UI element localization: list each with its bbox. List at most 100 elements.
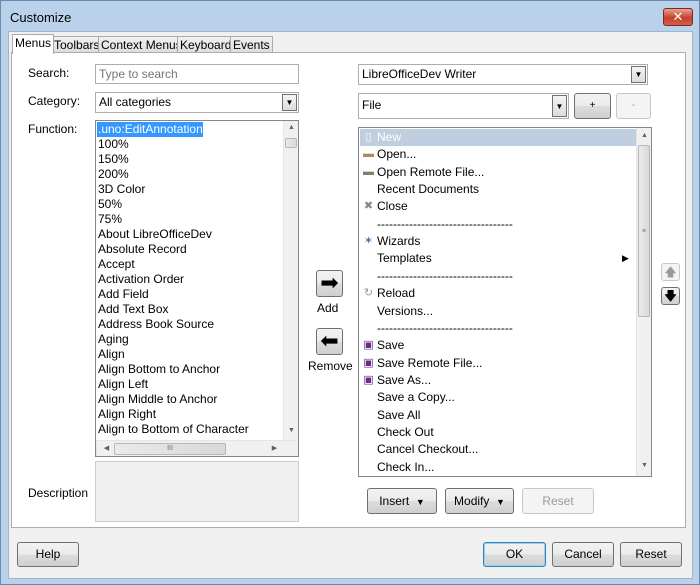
menu-separator[interactable]: ---------------------------------- [360, 320, 636, 337]
function-item[interactable]: 3D Color [97, 182, 145, 197]
function-item[interactable]: Align to Bottom of Character [97, 422, 249, 437]
function-item[interactable]: Absolute Record [97, 242, 187, 257]
reload-icon: ↻ [363, 287, 374, 300]
function-item[interactable]: 50% [97, 197, 122, 212]
menu-entry-label: Open Remote File... [377, 164, 485, 179]
remove-button[interactable]: ⬅ [316, 328, 343, 355]
function-hscrollbar[interactable]: ◀ III ▶ [96, 440, 298, 456]
arrow-left-icon: ⬅ [320, 328, 339, 353]
menu-entry[interactable]: ▬ Open... [360, 146, 636, 163]
menu-entry[interactable]: ▣ Save As... [360, 372, 636, 389]
save-remote-icon: ▣ [363, 356, 374, 369]
menu-entries-list[interactable]: ▲ ≡ ▼ ▯ New ▬ Open... ▬ Open Remote File... Re… [358, 127, 652, 477]
menu-entry[interactable]: Recent Documents [360, 181, 636, 198]
menu-entry[interactable]: Check In... [360, 459, 636, 476]
search-label: Search: [28, 66, 70, 80]
function-item[interactable]: Align Bottom to Anchor [97, 362, 220, 377]
tab-toolbars[interactable]: Toolbars [51, 36, 103, 53]
function-item[interactable]: Add Text Box [97, 302, 169, 317]
menu-entry[interactable]: Versions... [360, 303, 636, 320]
scroll-thumb[interactable] [285, 138, 297, 148]
reset-button[interactable]: Reset [620, 542, 682, 567]
menu-entry[interactable]: ▬ Open Remote File... [360, 164, 636, 181]
menu-entry[interactable]: Save All [360, 407, 636, 424]
scroll-right-icon[interactable]: ▶ [267, 444, 282, 452]
add-button[interactable]: ➡ [316, 270, 343, 297]
function-item[interactable]: 100% [97, 137, 129, 152]
scroll-thumb[interactable]: ≡ [638, 145, 650, 317]
cancel-button[interactable]: Cancel [552, 542, 614, 567]
menu-entry-label: Recent Documents [377, 182, 480, 197]
menu-entry-label: New [377, 130, 402, 144]
function-item[interactable]: Activation Order [97, 272, 184, 287]
modify-button[interactable]: Modify ▼ [445, 488, 514, 514]
reset-menu-button[interactable]: Reset [522, 488, 594, 514]
function-item[interactable]: Align [97, 347, 125, 362]
menu-entry-label: Wizards [377, 234, 421, 249]
menu-entry[interactable]: Templates ▶ [360, 250, 636, 267]
menu-vscrollbar[interactable]: ▲ ≡ ▼ [636, 128, 651, 476]
function-item[interactable]: Aging [97, 332, 129, 347]
menu-entry[interactable]: ✖ Close [360, 198, 636, 215]
menu-entry-label: Templates [377, 251, 432, 266]
close-button[interactable]: ✕ [663, 8, 693, 26]
menu-entry-label: Save a Copy... [377, 390, 455, 405]
tab-events[interactable]: Events [230, 36, 273, 53]
tab-menus[interactable]: Menus [12, 34, 55, 54]
function-item[interactable]: Add Field [97, 287, 149, 302]
menu-entry-label: ---------------------------------- [377, 320, 513, 335]
add-label: Add [317, 301, 339, 315]
function-item[interactable]: Address Book Source [97, 317, 214, 332]
function-item[interactable]: About LibreOfficeDev [97, 227, 212, 242]
function-item[interactable]: .uno:EditAnnotation [97, 122, 203, 137]
function-item[interactable]: Accept [97, 257, 135, 272]
tab-keyboard[interactable]: Keyboard [177, 36, 235, 53]
menu-separator[interactable]: ---------------------------------- [360, 268, 636, 285]
menu-entry[interactable]: ↻ Reload [360, 285, 636, 302]
menu-select[interactable]: File ▼ [358, 93, 569, 119]
remove-menu-button[interactable]: - [616, 93, 651, 119]
menu-entry[interactable]: ▣ Save Remote File... [360, 355, 636, 372]
help-button[interactable]: Help [17, 542, 79, 567]
scroll-down-icon[interactable]: ▼ [637, 462, 651, 469]
chevron-down-icon[interactable]: ▼ [282, 94, 297, 111]
description-box [95, 461, 299, 522]
menu-entry[interactable]: ▣ Save [360, 337, 636, 354]
scope-select[interactable]: LibreOfficeDev Writer ▼ [358, 64, 648, 85]
add-menu-button[interactable]: + [574, 93, 611, 119]
chevron-down-icon[interactable]: ▼ [631, 66, 646, 83]
move-up-button[interactable]: 🡅 [661, 263, 680, 281]
hscroll-thumb[interactable]: III [114, 443, 226, 455]
search-input[interactable] [95, 64, 299, 84]
function-item[interactable]: 150% [97, 152, 129, 167]
ok-button[interactable]: OK [483, 542, 546, 567]
insert-button[interactable]: Insert ▼ [367, 488, 437, 514]
menu-entry[interactable]: ▯ New [360, 129, 636, 146]
function-list[interactable]: ▲ ▼ ◀ III ▶ .uno:EditAnnotation 100% 150% 2… [95, 120, 299, 457]
description-label-text: Description [28, 486, 89, 500]
menu-entry[interactable]: Check Out [360, 424, 636, 441]
function-item[interactable]: Align Left [97, 377, 148, 392]
scroll-up-icon[interactable]: ▲ [284, 124, 298, 131]
modify-label: Modify [454, 494, 490, 508]
scroll-up-icon[interactable]: ▲ [637, 132, 651, 139]
function-item[interactable]: 75% [97, 212, 122, 227]
wizard-icon: ✶ [363, 235, 374, 248]
menu-entry[interactable]: ✶ Wizards [360, 233, 636, 250]
function-vscrollbar[interactable]: ▲ ▼ [283, 121, 298, 440]
menu-entry[interactable]: Cancel Checkout... [360, 441, 636, 458]
function-item[interactable]: Align Middle to Anchor [97, 392, 217, 407]
scroll-left-icon[interactable]: ◀ [99, 444, 114, 452]
category-select[interactable]: All categories ▼ [95, 92, 299, 113]
menu-entry[interactable]: Save a Copy... [360, 389, 636, 406]
chevron-down-icon[interactable]: ▼ [552, 95, 567, 117]
function-item[interactable]: Align Right [97, 407, 156, 422]
category-value: All categories [99, 95, 172, 109]
scroll-down-icon[interactable]: ▼ [284, 427, 298, 434]
arrow-up-icon: 🡅 [664, 265, 677, 279]
menu-separator[interactable]: ---------------------------------- [360, 216, 636, 233]
function-item[interactable]: 200% [97, 167, 129, 182]
menu-entry-label: Versions... [377, 303, 434, 318]
tab-context-menus[interactable]: Context Menus [98, 36, 185, 53]
move-down-button[interactable]: 🡇 [661, 287, 680, 305]
